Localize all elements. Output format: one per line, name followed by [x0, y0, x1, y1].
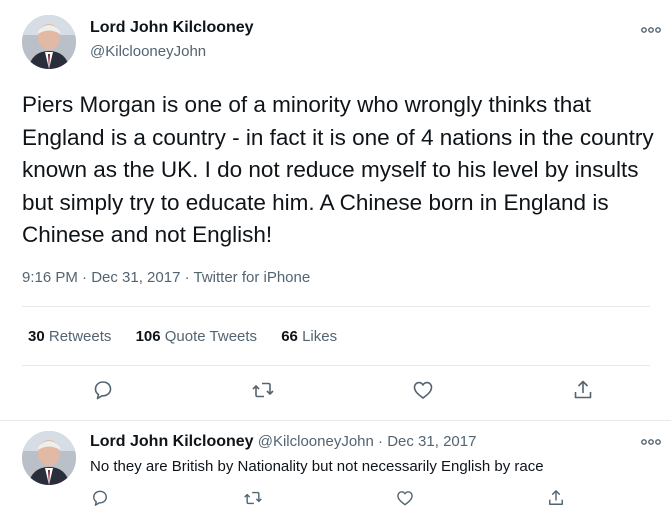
like-icon — [397, 491, 413, 506]
reply-button[interactable] — [91, 378, 115, 402]
retweets-stat[interactable]: 30 Retweets — [28, 328, 111, 345]
reply-share-button[interactable] — [546, 488, 566, 508]
divider — [22, 306, 650, 307]
like-button[interactable] — [411, 378, 435, 402]
avatar[interactable] — [22, 15, 76, 69]
reply-avatar[interactable] — [22, 431, 76, 485]
retweets-label: Retweets — [48, 328, 112, 345]
reply-reply-button[interactable] — [90, 488, 110, 508]
retweet-button[interactable] — [251, 378, 275, 402]
likes-count: 66 — [281, 328, 298, 345]
reply-header: Lord John Kilclooney @KilclooneyJohn · D… — [90, 433, 476, 451]
tweet-separator — [0, 420, 671, 421]
retweet-icon — [252, 382, 274, 398]
reply-icon — [93, 490, 107, 506]
share-icon — [549, 490, 563, 505]
author-handle[interactable]: @KilclooneyJohn — [90, 43, 206, 60]
tweet-timestamp[interactable]: 9:16 PM · Dec 31, 2017 · Twitter for iPh… — [22, 269, 310, 286]
divider — [22, 365, 650, 366]
tweet-text: Piers Morgan is one of a minority who wr… — [22, 92, 654, 247]
share-icon — [574, 380, 592, 399]
reply-like-button[interactable] — [395, 488, 415, 508]
retweets-count: 30 — [28, 328, 45, 345]
reply-icon — [94, 381, 112, 400]
quote-tweets-count: 106 — [135, 328, 161, 345]
author-name[interactable]: Lord John Kilclooney — [90, 19, 254, 37]
reply-author-name[interactable]: Lord John Kilclooney — [90, 433, 254, 450]
likes-stat[interactable]: 66 Likes — [281, 328, 337, 345]
like-icon — [413, 381, 433, 399]
retweet-icon — [244, 491, 262, 505]
reply-retweet-button[interactable] — [243, 488, 263, 508]
engagement-stats: 30 Retweets 106 Quote Tweets 66 Likes — [28, 328, 357, 345]
reply-more-options-icon[interactable] — [641, 436, 661, 448]
quote-tweets-label: Quote Tweets — [164, 328, 258, 345]
more-options-icon[interactable] — [641, 24, 661, 36]
reply-separator: · — [378, 433, 384, 450]
main-tweet: Lord John Kilclooney @KilclooneyJohn Pie… — [0, 0, 671, 420]
quote-tweets-stat[interactable]: 106 Quote Tweets — [136, 328, 257, 345]
likes-label: Likes — [302, 328, 338, 345]
reply-author-handle[interactable]: @KilclooneyJohn — [258, 433, 374, 450]
share-button[interactable] — [571, 378, 595, 402]
reply-text: No they are British by Nationality but n… — [90, 458, 544, 475]
reply-date[interactable]: Dec 31, 2017 — [387, 433, 476, 450]
